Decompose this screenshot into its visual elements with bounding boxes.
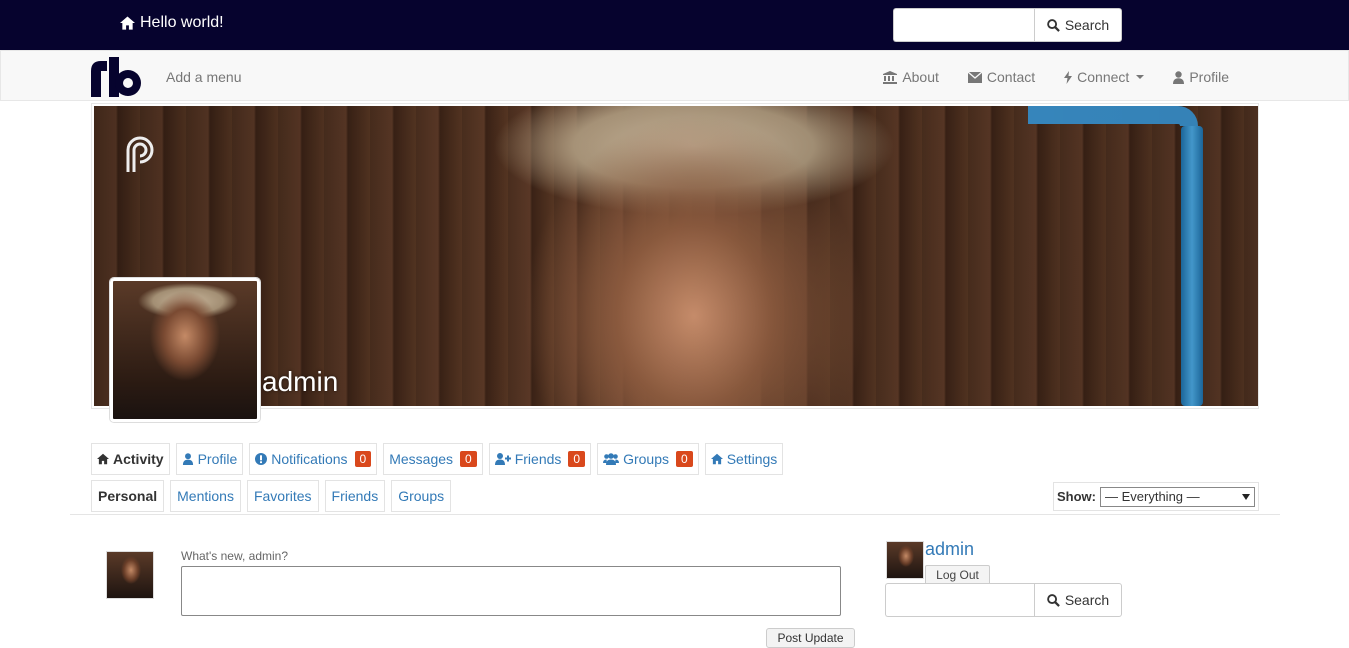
user-plus-icon bbox=[494, 453, 511, 465]
top-search-button-label: Search bbox=[1064, 17, 1110, 33]
sidebar-search-input[interactable] bbox=[885, 583, 1034, 617]
profile-name: admin bbox=[262, 366, 339, 397]
tab-activity-label: Activity bbox=[113, 451, 164, 467]
bolt-icon bbox=[1064, 70, 1073, 84]
user-icon bbox=[182, 453, 193, 465]
subtab-friends[interactable]: Friends bbox=[324, 480, 386, 512]
tab-notifications-label: Notifications bbox=[271, 451, 348, 467]
chevron-down-icon bbox=[1136, 75, 1145, 79]
nav-profile-label: Profile bbox=[1189, 69, 1229, 85]
nav-profile[interactable]: Profile bbox=[1173, 69, 1229, 85]
tab-friends-label: Friends bbox=[514, 451, 562, 467]
logout-button[interactable]: Log Out bbox=[925, 565, 990, 585]
profile-tabs: Activity Profile Notifications 0 Message… bbox=[91, 443, 784, 475]
groups-count-badge: 0 bbox=[676, 451, 693, 467]
tab-profile-label: Profile bbox=[197, 451, 238, 467]
home-icon bbox=[710, 453, 723, 465]
nav-links: About Contact Connect Profile bbox=[883, 69, 1229, 85]
post-update-button[interactable]: Post Update bbox=[766, 628, 855, 648]
friends-count-badge: 0 bbox=[568, 451, 586, 467]
tab-friends[interactable]: Friends 0 bbox=[488, 443, 592, 475]
filter-selected-value: — Everything — bbox=[1105, 489, 1200, 504]
tab-settings-label: Settings bbox=[726, 451, 778, 467]
sidebar-username[interactable]: admin bbox=[925, 539, 974, 560]
top-search-input[interactable] bbox=[893, 8, 1034, 42]
tab-groups-label: Groups bbox=[623, 451, 670, 467]
profile-cover bbox=[91, 103, 1259, 409]
filter-select[interactable]: — Everything — bbox=[1100, 486, 1255, 507]
post-author-avatar[interactable] bbox=[106, 551, 154, 599]
section-divider bbox=[70, 514, 1280, 515]
tab-messages[interactable]: Messages 0 bbox=[383, 443, 483, 475]
nav-contact[interactable]: Contact bbox=[967, 69, 1036, 85]
notifications-count-badge: 0 bbox=[354, 451, 372, 467]
activity-filter: Show: — Everything — bbox=[1053, 482, 1259, 511]
profile-avatar[interactable] bbox=[110, 278, 260, 422]
envelope-icon bbox=[967, 71, 982, 83]
post-update-textarea[interactable] bbox=[181, 566, 841, 616]
sidebar-avatar[interactable] bbox=[886, 541, 924, 579]
messages-count-badge: 0 bbox=[460, 451, 477, 467]
subtab-favorites[interactable]: Favorites bbox=[246, 480, 319, 512]
subtab-groups[interactable]: Groups bbox=[391, 480, 452, 512]
activity-subtabs: Personal Mentions Favorites Friends Grou… bbox=[91, 480, 452, 512]
nav-connect-label: Connect bbox=[1077, 69, 1130, 85]
tab-messages-label: Messages bbox=[389, 451, 454, 467]
users-icon bbox=[603, 453, 620, 465]
subtab-mentions[interactable]: Mentions bbox=[170, 480, 241, 512]
photographer-logo-icon bbox=[126, 136, 154, 172]
search-icon bbox=[1046, 593, 1060, 607]
tab-notifications[interactable]: Notifications 0 bbox=[249, 443, 378, 475]
top-search-button[interactable]: Search bbox=[1034, 8, 1122, 42]
search-icon bbox=[1046, 18, 1060, 32]
nav-contact-label: Contact bbox=[986, 69, 1036, 85]
sidebar-search-button-label: Search bbox=[1064, 592, 1110, 608]
nav-about-label: About bbox=[902, 69, 939, 85]
tab-groups[interactable]: Groups 0 bbox=[597, 443, 699, 475]
sidebar-search-form: Search bbox=[885, 583, 1122, 617]
site-logo[interactable] bbox=[91, 57, 143, 97]
top-bar: Hello world! Search bbox=[0, 0, 1349, 50]
top-search-form: Search bbox=[893, 8, 1122, 42]
sidebar-search-button[interactable]: Search bbox=[1034, 583, 1122, 617]
nav-connect-dropdown[interactable]: Connect bbox=[1064, 69, 1145, 85]
home-link[interactable]: Hello world! bbox=[120, 14, 224, 32]
dropdown-arrow-icon bbox=[1242, 493, 1250, 500]
user-icon bbox=[1173, 70, 1185, 84]
bank-icon bbox=[883, 70, 898, 84]
home-icon bbox=[97, 453, 109, 465]
home-icon bbox=[120, 16, 135, 30]
filter-label: Show: bbox=[1057, 489, 1096, 504]
tab-settings[interactable]: Settings bbox=[704, 443, 784, 475]
nav-about[interactable]: About bbox=[883, 69, 939, 85]
exclamation-icon bbox=[255, 453, 268, 465]
cover-image bbox=[94, 106, 1258, 406]
post-prompt: What's new, admin? bbox=[181, 549, 289, 563]
tab-profile[interactable]: Profile bbox=[175, 443, 244, 475]
add-menu-link[interactable]: Add a menu bbox=[166, 69, 242, 85]
tab-activity[interactable]: Activity bbox=[91, 443, 170, 475]
subtab-personal[interactable]: Personal bbox=[91, 480, 165, 512]
main-navbar: Add a menu About Contact Connect Profile bbox=[0, 50, 1349, 101]
home-label: Hello world! bbox=[140, 14, 224, 31]
